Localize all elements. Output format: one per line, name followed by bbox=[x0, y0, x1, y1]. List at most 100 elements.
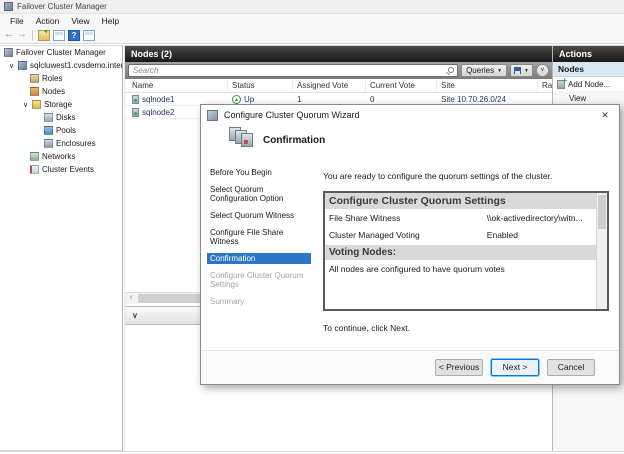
scrollbar-thumb[interactable] bbox=[598, 195, 606, 229]
column-header-current-vote[interactable]: Current Vote bbox=[366, 79, 437, 92]
add-node-icon bbox=[557, 80, 565, 89]
list-column-headers: Name Status Assigned Vote Current Vote S… bbox=[125, 79, 552, 93]
tree-item-networks[interactable]: Networks bbox=[0, 150, 122, 163]
step-configure-cluster-quorum-settings: Configure Cluster Quorum Settings bbox=[207, 270, 311, 290]
column-header-status[interactable]: Status bbox=[228, 79, 293, 92]
action-label: Add Node... bbox=[568, 80, 610, 89]
tree-item-storage[interactable]: ∨ Storage bbox=[0, 98, 122, 111]
step-confirmation[interactable]: Confirmation bbox=[207, 253, 311, 264]
menu-action[interactable]: Action bbox=[30, 15, 66, 27]
action-add-node[interactable]: Add Node... bbox=[553, 77, 624, 91]
step-before-you-begin[interactable]: Before You Begin bbox=[207, 167, 311, 178]
collapse-filter-button[interactable]: ∨ bbox=[536, 64, 549, 77]
cluster-icon bbox=[18, 61, 27, 70]
tree-item-cluster-events[interactable]: Cluster Events bbox=[0, 163, 122, 176]
dialog-title: Configure Cluster Quorum Wizard bbox=[224, 110, 591, 120]
disks-icon bbox=[44, 113, 53, 122]
step-select-quorum-configuration-option[interactable]: Select Quorum Configuration Option bbox=[207, 184, 311, 204]
expand-arrow-icon[interactable]: ∨ bbox=[22, 101, 29, 109]
report-section-quorum-settings: Configure Cluster Quorum Settings bbox=[325, 193, 596, 209]
queries-button[interactable]: Queries ▼ bbox=[461, 64, 507, 77]
report-body: Configure Cluster Quorum Settings File S… bbox=[325, 193, 596, 309]
tree-item-cluster[interactable]: ∨ sqlcluwest1.cvsdemo.interr bbox=[0, 59, 122, 72]
tree-item-disks[interactable]: Disks bbox=[0, 111, 122, 124]
chevron-down-icon[interactable]: ∨ bbox=[132, 311, 138, 320]
failover-cluster-manager-window: Failover Cluster Manager File Action Vie… bbox=[0, 0, 624, 454]
window-bottom-border bbox=[0, 451, 624, 452]
window-titlebar: Failover Cluster Manager bbox=[0, 0, 624, 14]
scroll-left-icon[interactable]: ‹ bbox=[125, 293, 137, 304]
step-summary: Summary bbox=[207, 296, 311, 307]
back-icon[interactable]: ← bbox=[4, 30, 14, 40]
tree-item-label: Networks bbox=[42, 152, 75, 161]
column-header-site[interactable]: Site bbox=[437, 79, 538, 92]
pools-icon bbox=[44, 126, 53, 135]
tree-item-roles[interactable]: Roles bbox=[0, 72, 122, 85]
tree-item-enclosures[interactable]: Enclosures bbox=[0, 137, 122, 150]
queries-label: Queries bbox=[466, 66, 494, 75]
tree-item-label: Cluster Events bbox=[42, 165, 94, 174]
toolbar: ← → ? bbox=[0, 27, 624, 44]
action-label: View bbox=[569, 94, 586, 103]
menu-view[interactable]: View bbox=[65, 15, 95, 27]
tree-item-label: sqlcluwest1.cvsdemo.interr bbox=[30, 61, 122, 70]
status-up-icon: ▲ bbox=[232, 95, 241, 104]
report-value: \\ok-activedirectory\witn... bbox=[487, 213, 592, 223]
save-query-button[interactable]: ▼ bbox=[510, 64, 533, 77]
window-title: Failover Cluster Manager bbox=[17, 2, 107, 11]
nodes-pane-title: Nodes (2) bbox=[131, 49, 172, 59]
chevron-down-icon: ▼ bbox=[524, 68, 529, 74]
tree-item-label: Nodes bbox=[42, 87, 65, 96]
export-list-icon[interactable] bbox=[38, 30, 50, 41]
node-site: Site 10.70.26.0/24 bbox=[441, 95, 506, 104]
cancel-button[interactable]: Cancel bbox=[547, 359, 595, 376]
current-vote: 0 bbox=[370, 95, 374, 104]
wizard-button-row: < Previous Next > Cancel bbox=[201, 350, 619, 384]
enclosures-icon bbox=[44, 139, 53, 148]
close-icon[interactable]: ✕ bbox=[597, 108, 613, 122]
tree-item-label: Enclosures bbox=[56, 139, 96, 148]
tree-item-pools[interactable]: Pools bbox=[0, 124, 122, 137]
action-view[interactable]: View bbox=[553, 91, 624, 105]
next-button[interactable]: Next > bbox=[491, 359, 539, 376]
report-voting-note: All nodes are configured to have quorum … bbox=[325, 260, 596, 278]
column-header-name[interactable]: Name bbox=[128, 79, 228, 92]
menu-file[interactable]: File bbox=[4, 15, 30, 27]
help-icon[interactable]: ? bbox=[68, 30, 80, 41]
tree-item-root[interactable]: Failover Cluster Manager bbox=[0, 46, 122, 59]
tree-item-nodes[interactable]: Nodes bbox=[0, 85, 122, 98]
report-value: Enabled bbox=[487, 230, 592, 240]
node-status: Up bbox=[244, 95, 254, 104]
search-box[interactable] bbox=[128, 64, 458, 77]
server-icon bbox=[132, 95, 139, 104]
column-header-assigned-vote[interactable]: Assigned Vote bbox=[293, 79, 366, 92]
step-configure-file-share-witness[interactable]: Configure File Share Witness bbox=[207, 227, 311, 247]
report-row-cluster-managed-voting: Cluster Managed Voting Enabled bbox=[325, 226, 596, 243]
tree-item-label: Roles bbox=[42, 74, 62, 83]
wizard-page-title: Confirmation bbox=[263, 135, 325, 146]
action-pane-icon[interactable] bbox=[83, 30, 95, 41]
report-label: Cluster Managed Voting bbox=[329, 230, 487, 240]
dialog-titlebar[interactable]: Configure Cluster Quorum Wizard ✕ bbox=[201, 105, 619, 125]
console-tree-icon[interactable] bbox=[53, 30, 65, 41]
report-vertical-scrollbar[interactable] bbox=[596, 193, 607, 309]
wizard-icon bbox=[207, 110, 218, 121]
save-icon bbox=[514, 67, 521, 74]
previous-button[interactable]: < Previous bbox=[435, 359, 483, 376]
wizard-intro-text: You are ready to configure the quorum se… bbox=[323, 171, 552, 181]
actions-pane-title: Actions bbox=[559, 49, 592, 59]
wizard-page-header: Confirmation bbox=[201, 125, 619, 167]
search-input[interactable] bbox=[129, 65, 457, 76]
menu-bar: File Action View Help bbox=[0, 14, 624, 27]
toolbar-separator bbox=[32, 30, 33, 41]
step-select-quorum-witness[interactable]: Select Quorum Witness bbox=[207, 210, 311, 221]
forward-icon[interactable]: → bbox=[17, 30, 27, 40]
tree-item-label: Failover Cluster Manager bbox=[16, 48, 106, 57]
expand-arrow-icon[interactable]: ∨ bbox=[8, 62, 15, 70]
filter-bar: Queries ▼ ▼ ∨ bbox=[125, 62, 552, 79]
report-section-voting-nodes: Voting Nodes: bbox=[325, 245, 596, 260]
storage-icon bbox=[32, 100, 41, 109]
menu-help[interactable]: Help bbox=[96, 15, 125, 27]
networks-icon bbox=[30, 152, 39, 161]
tree-item-label: Disks bbox=[56, 113, 76, 122]
